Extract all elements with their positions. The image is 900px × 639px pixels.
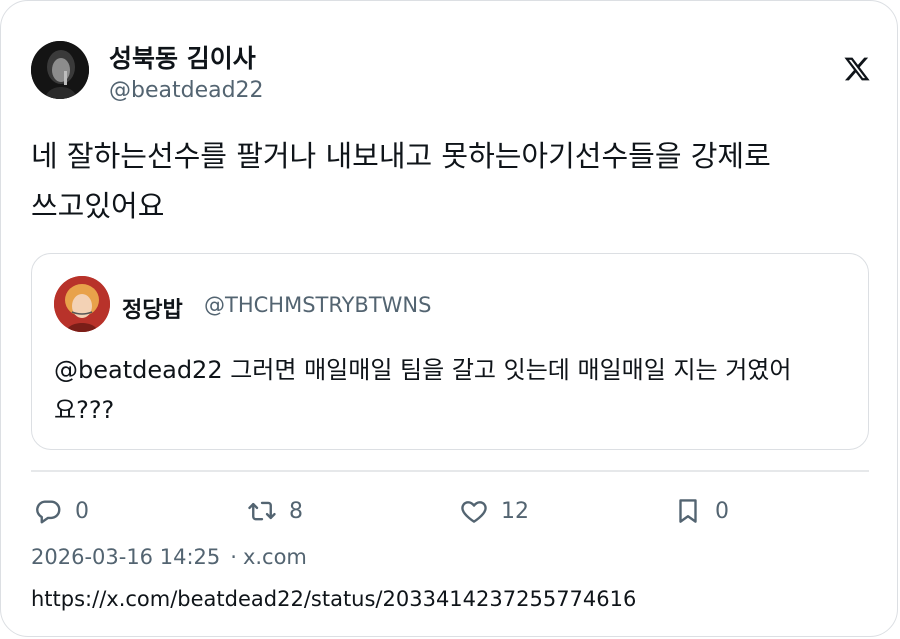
retweet-icon [248,501,276,521]
quoted-author-avatar[interactable] [54,276,110,332]
tweet-card: 성북동 김이사 @beatdead22 네 잘하는선수를 팔거나 내보내고 못하… [0,0,898,637]
reply-icon [36,500,61,524]
quoted-display-name[interactable]: 정당밥 [122,292,183,324]
timestamp[interactable]: 2026-03-16 14:25 [31,545,220,569]
bookmark-button[interactable]: 0 [673,495,729,527]
quoted-text: @beatdead22 그러면 매일매일 팀을 갈고 잇는데 매일매일 지는 거… [54,356,792,424]
bookmark-count: 0 [715,498,729,524]
like-count: 12 [501,498,529,524]
quoted-handle[interactable]: @THCHMSTRYBTWNS [204,293,431,317]
divider [31,470,869,472]
like-button[interactable]: 12 [459,495,529,527]
reply-button[interactable]: 0 [33,495,89,527]
author-avatar[interactable] [31,41,89,99]
meta-separator: · [230,545,237,569]
quoted-tweet[interactable]: 정당밥 @THCHMSTRYBTWNS @beatdead22 그러면 매일매일… [31,253,869,450]
bookmark-icon [679,499,697,523]
tweet-text: 네 잘하는선수를 팔거나 내보내고 못하는아기선수들을 강제로 쓰고있어요 [31,139,771,223]
source-link[interactable]: x.com [243,545,307,569]
author-avatar-image [31,41,89,99]
tweet-url[interactable]: https://x.com/beatdead22/status/20334142… [31,587,636,611]
reply-count: 0 [75,498,89,524]
tweet-meta: 2026-03-16 14:25 · x.com [31,545,307,569]
heart-icon [461,501,487,523]
author-handle[interactable]: @beatdead22 [109,78,264,103]
retweet-button[interactable]: 8 [247,495,303,527]
retweet-count: 8 [289,498,303,524]
quoted-avatar-image [54,276,110,332]
author-display-name[interactable]: 성북동 김이사 [109,39,256,75]
x-logo-icon[interactable] [843,55,871,83]
